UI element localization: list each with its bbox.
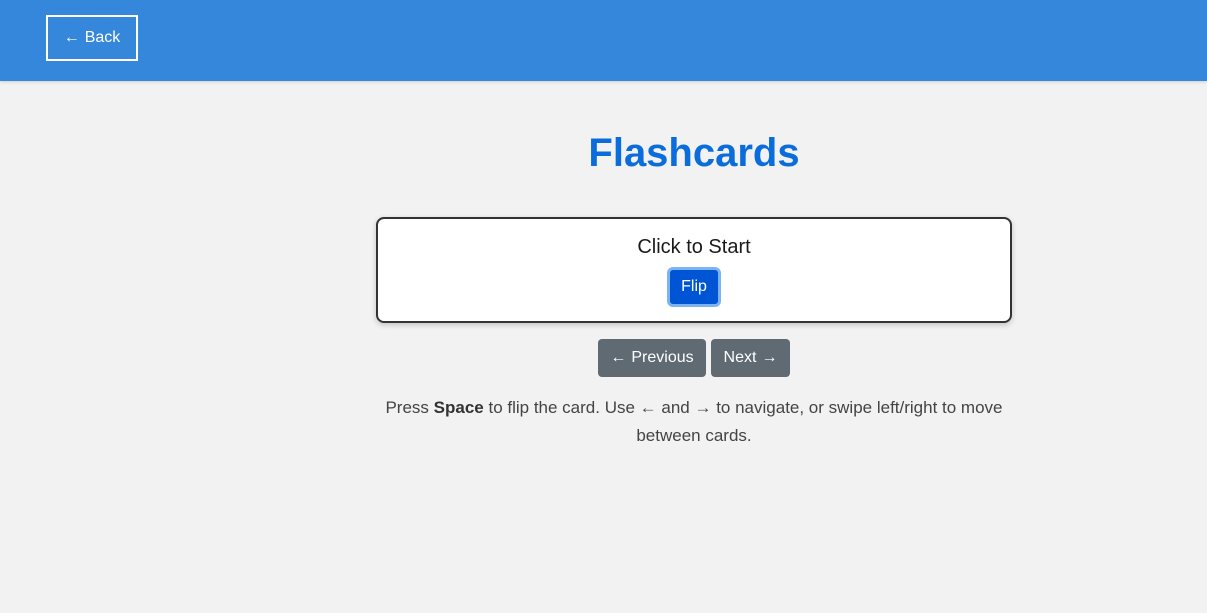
right-arrow-icon: →	[761, 349, 778, 366]
instructions-part1: Press	[385, 398, 434, 417]
back-button[interactable]: ← Back	[46, 15, 138, 61]
previous-button-label: Previous	[631, 349, 694, 366]
left-arrow-icon: ←	[63, 29, 80, 46]
next-button[interactable]: Next →	[711, 339, 790, 377]
page-title: Flashcards	[588, 131, 800, 175]
left-arrow-key-icon: ←	[639, 398, 657, 417]
instructions-text: Press Space to flip the card. Use ← and …	[384, 394, 1004, 450]
instructions-part2: to flip the card. Use	[483, 398, 640, 417]
card-text: Click to Start	[637, 236, 751, 258]
back-button-label: Back	[84, 29, 121, 46]
left-arrow-icon: ←	[610, 349, 627, 366]
previous-button[interactable]: ← Previous	[598, 339, 706, 377]
next-button-label: Next	[723, 349, 757, 366]
space-key-label: Space	[433, 398, 484, 417]
right-arrow-key-icon: →	[694, 398, 712, 417]
flashcard[interactable]: Click to Start Flip	[376, 217, 1012, 323]
flip-button[interactable]: Flip	[667, 267, 721, 307]
instructions-part3: and	[656, 398, 695, 417]
top-bar: ← Back	[0, 0, 1207, 81]
